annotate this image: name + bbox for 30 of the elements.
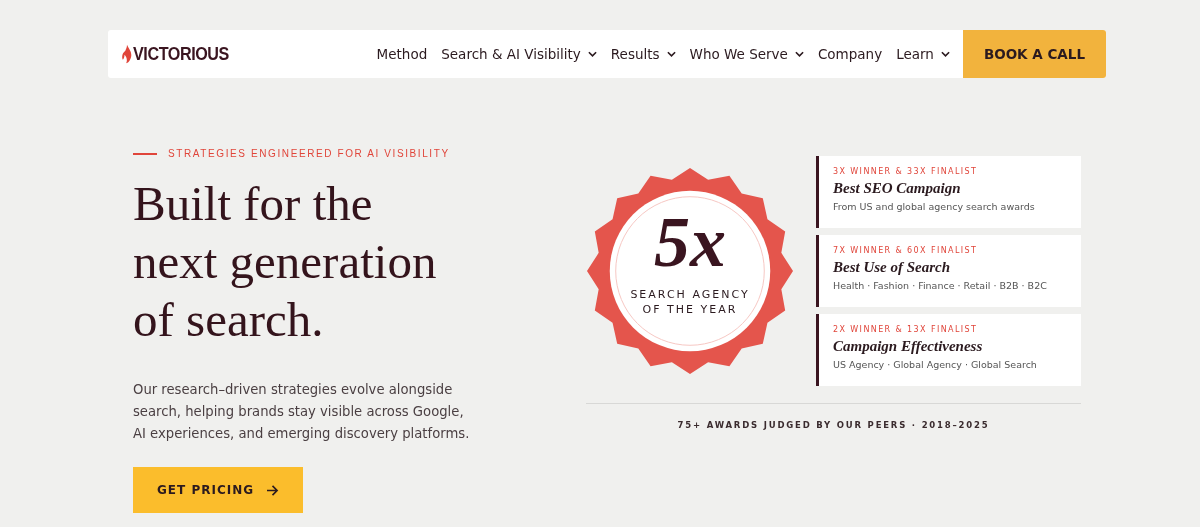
hero-heading: Built for the next generation of search. xyxy=(133,175,438,349)
awards-footnote: 75+ AWARDS JUDGED BY OUR PEERS · 2018–2025 xyxy=(676,420,991,430)
award-title: Best SEO Campaign xyxy=(833,180,962,197)
award-tally: 3X WINNER & 33X FINALIST xyxy=(833,167,979,176)
award-detail: Health · Fashion · Finance · Retail · B2B · B2C xyxy=(833,280,1048,291)
chevron-down-icon xyxy=(940,51,950,57)
get-pricing-button[interactable]: GET PRICING xyxy=(133,467,304,513)
hero-description: Our research–driven strategies evolve alongside search, helping brands stay visible across Google, AI experiences, and emerging discovery platforms. xyxy=(133,381,471,443)
award-detail: From US and global agency search awards xyxy=(833,201,1036,212)
nav-link[interactable]: Learn xyxy=(896,46,950,62)
nav-link[interactable]: Search & AI Visibility xyxy=(441,46,597,62)
logo[interactable]: VICTORIOUS xyxy=(122,43,246,65)
award-detail: US Agency · Global Agency · Global Search xyxy=(833,359,1038,370)
badge-count: 5x xyxy=(654,205,726,279)
nav-link[interactable]: Company xyxy=(817,46,883,62)
nav-link[interactable]: Method xyxy=(376,46,428,62)
book-call-button[interactable]: BOOK A CALL xyxy=(962,30,1106,78)
flame-icon xyxy=(122,44,132,64)
chevron-down-icon xyxy=(794,51,804,57)
nav-link[interactable]: Results xyxy=(610,46,676,62)
nav-link[interactable]: Who We Serve xyxy=(689,46,804,62)
arrow-right-icon xyxy=(266,484,280,496)
award-title: Campaign Effectiveness xyxy=(833,338,984,355)
award-tally: 2X WINNER & 13X FINALIST xyxy=(833,325,979,334)
eyebrow-text: STRATEGIES ENGINEERED FOR AI VISIBILITY xyxy=(168,148,450,159)
chevron-down-icon xyxy=(666,51,676,57)
badge-caption: SEARCH AGENCY OF THE YEAR xyxy=(630,287,750,317)
award-tally: 7X WINNER & 60X FINALIST xyxy=(833,246,979,255)
award-title: Best Use of Search xyxy=(833,259,952,276)
chevron-down-icon xyxy=(587,51,597,57)
